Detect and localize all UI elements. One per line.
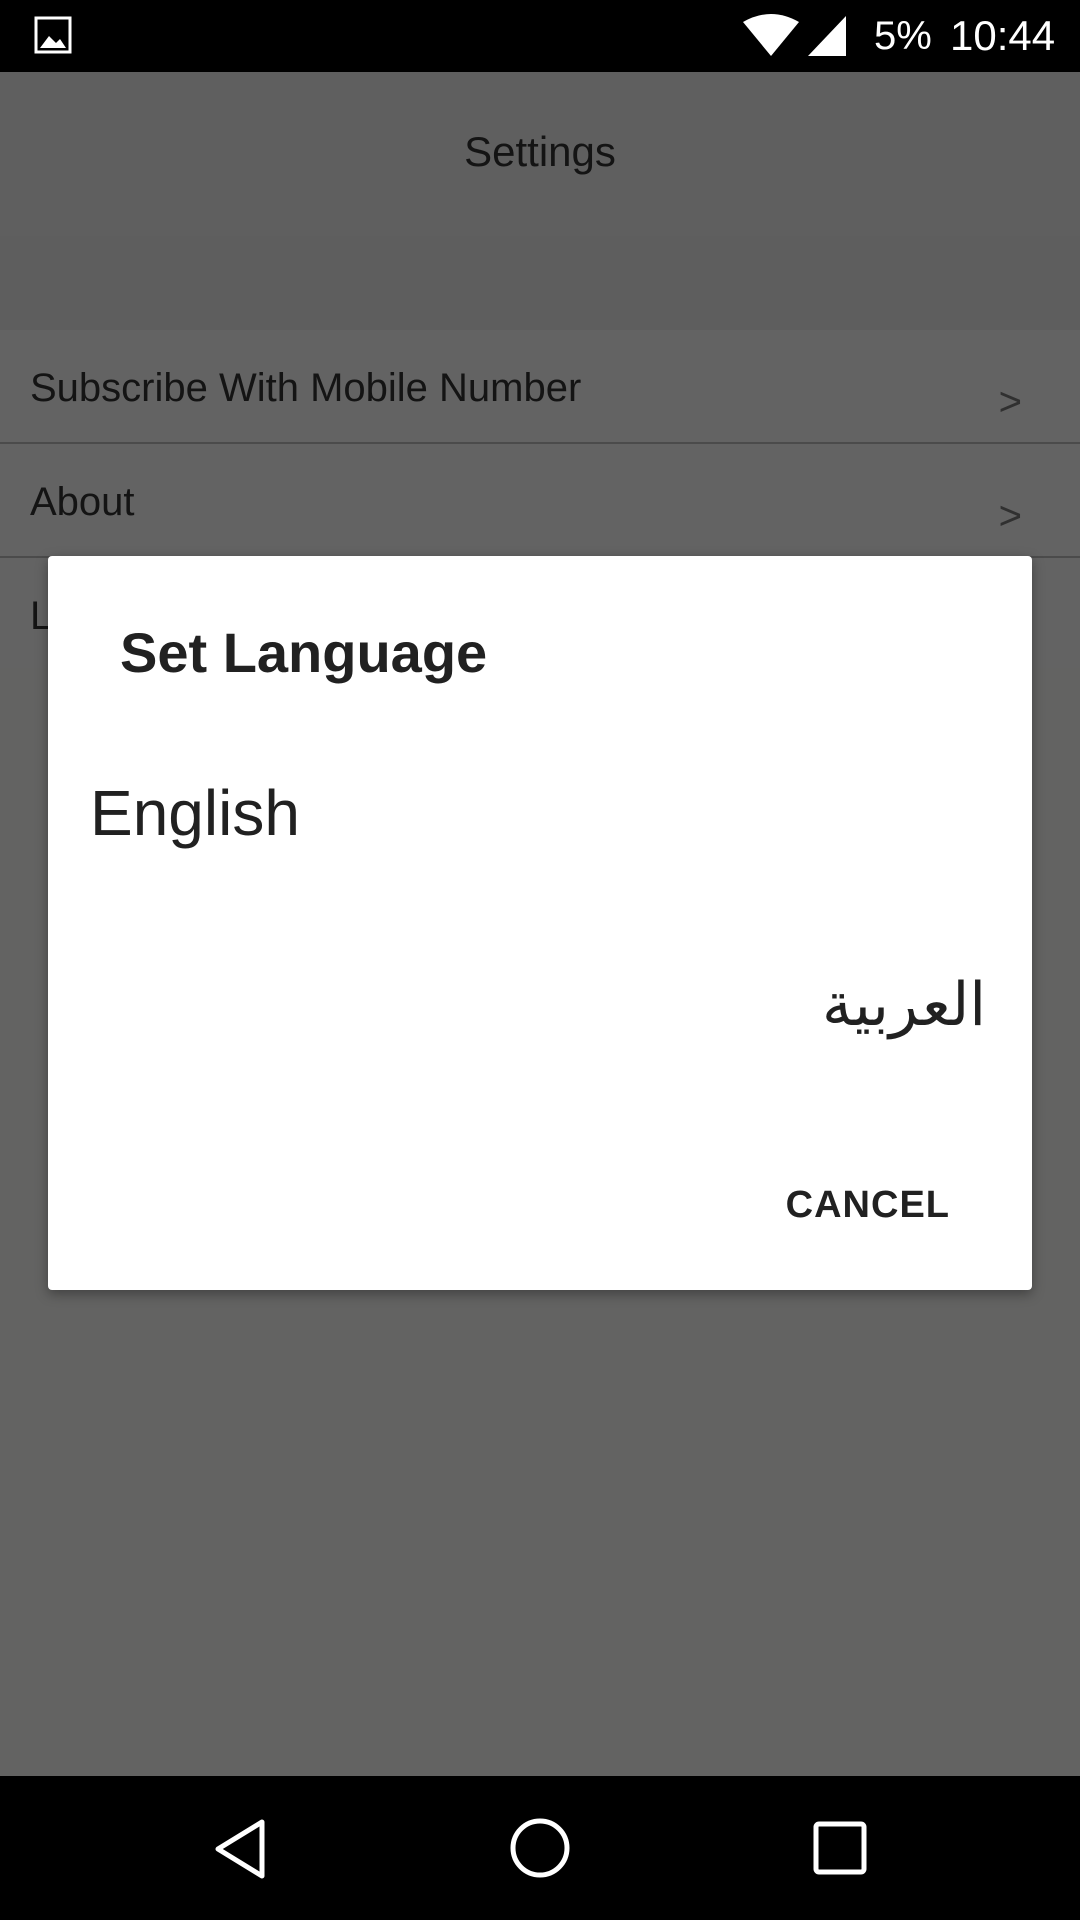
gallery-icon — [34, 16, 72, 54]
language-option-arabic[interactable]: العربية — [48, 926, 1032, 1086]
list-spacer — [0, 236, 1080, 330]
home-icon[interactable] — [508, 1816, 572, 1880]
settings-item-subscribe[interactable]: Subscribe With Mobile Number > — [0, 330, 1080, 444]
cancel-button[interactable]: CANCEL — [774, 1176, 962, 1235]
navigation-bar — [0, 1776, 1080, 1920]
signal-icon — [808, 16, 846, 56]
page-title: Settings — [464, 128, 616, 175]
status-bar: 5% 10:44 — [0, 0, 1080, 72]
clock: 10:44 — [950, 12, 1056, 59]
back-icon[interactable] — [210, 1816, 276, 1882]
battery-level: 5% — [874, 14, 932, 58]
settings-item-about[interactable]: About > — [0, 444, 1080, 558]
chevron-right-icon: > — [998, 380, 1022, 424]
recent-apps-icon[interactable] — [810, 1818, 870, 1878]
settings-item-label: Subscribe With Mobile Number — [30, 366, 582, 410]
set-language-dialog: Set Language English العربية CANCEL — [48, 556, 1032, 1290]
language-option-label: العربية — [822, 970, 986, 1040]
language-option-english[interactable]: English — [48, 736, 1032, 896]
chevron-right-icon: > — [998, 494, 1022, 538]
settings-item-label: About — [30, 480, 135, 524]
dialog-title: Set Language — [120, 621, 488, 684]
language-option-label: English — [90, 777, 300, 849]
wifi-icon — [743, 14, 799, 56]
app-bar: Settings — [0, 72, 1080, 236]
